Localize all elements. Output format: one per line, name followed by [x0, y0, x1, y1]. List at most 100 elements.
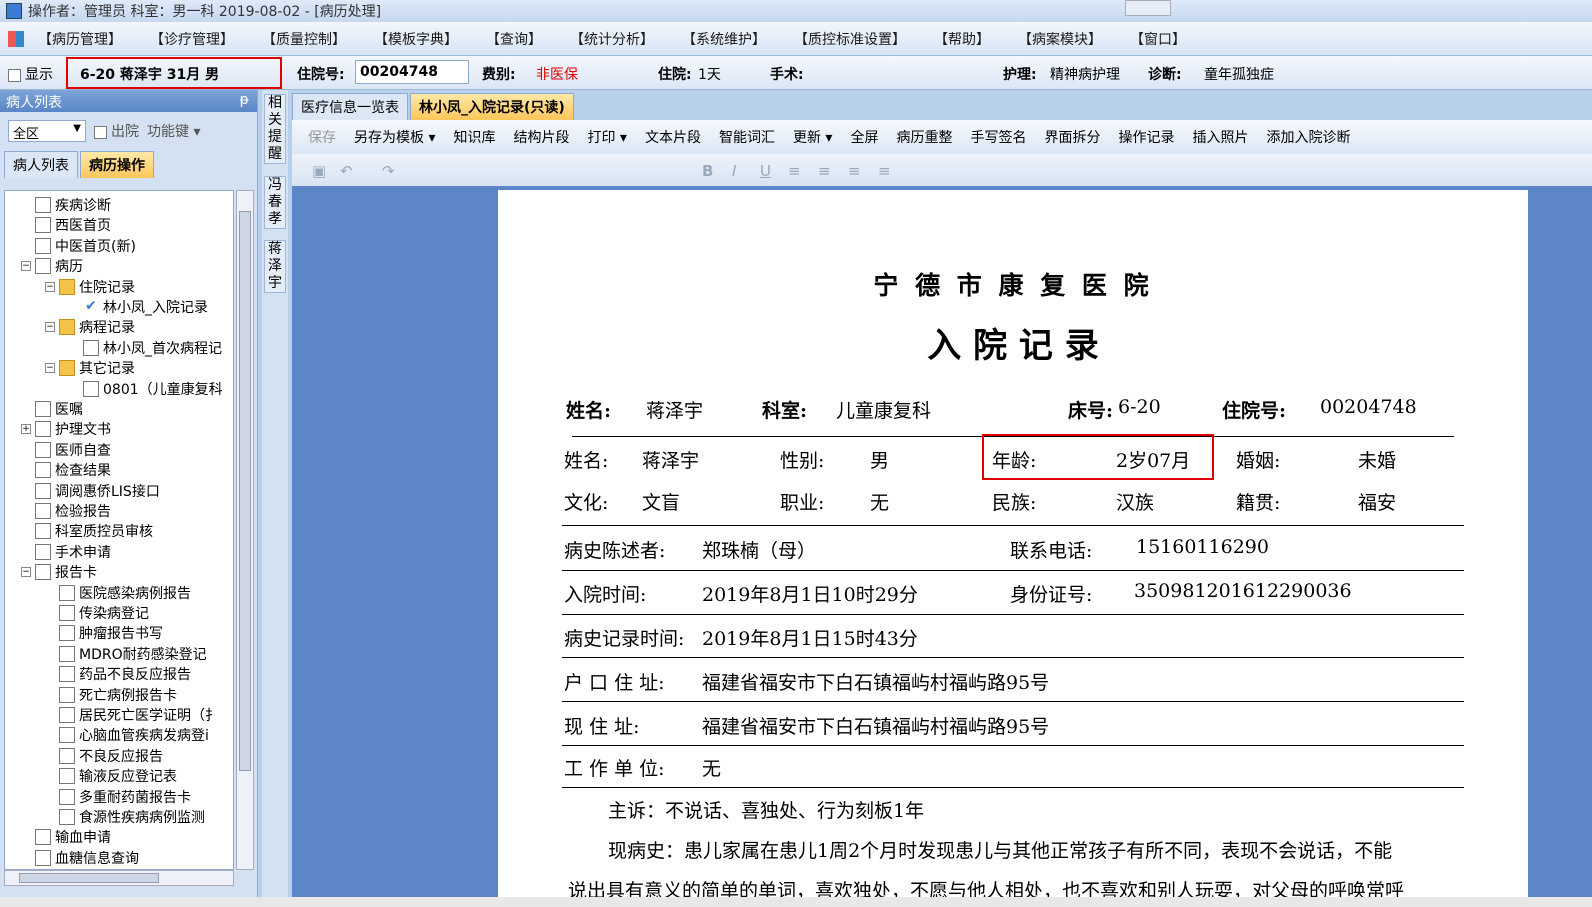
document-icon [35, 217, 51, 234]
tree-node[interactable]: 0801（儿童康复科 [83, 379, 223, 399]
expand-icon[interactable]: + [21, 424, 31, 435]
tree-node[interactable]: 医师自查 [35, 440, 111, 460]
menu-template-dict[interactable]: 【模板字典】 [374, 29, 458, 49]
tree-node[interactable]: 输血申请 [35, 827, 111, 847]
menu-window[interactable]: 【窗口】 [1130, 29, 1186, 49]
tree-node[interactable]: 不良反应报告 [59, 746, 163, 766]
tree-node[interactable]: 医院感染病例报告 [59, 583, 191, 603]
show-toggle[interactable]: 显示 [8, 64, 53, 84]
tree-node[interactable]: 医嘱 [35, 399, 83, 419]
tree-node[interactable]: − 其它记录 [45, 358, 135, 378]
menu-system[interactable]: 【系统维护】 [682, 29, 766, 49]
align-left-icon[interactable]: ≡ [788, 162, 801, 180]
tree-node[interactable]: 输液反应登记表 [59, 766, 177, 786]
tree-node[interactable]: − 病历 [21, 256, 83, 276]
menu-quality-control[interactable]: 【质量控制】 [262, 29, 346, 49]
tree-node[interactable]: 中医首页(新) [35, 236, 136, 256]
tree-node[interactable]: − 病程记录 [45, 317, 135, 337]
fee-value: 非医保 [536, 67, 578, 83]
tree-node[interactable]: 心脑血管疾病发病登i [59, 725, 209, 745]
structure-fragment-button[interactable]: 结构片段 [513, 127, 569, 147]
align-center-icon[interactable]: ≡ [818, 162, 831, 180]
menu-qc-standards[interactable]: 【质控标准设置】 [794, 29, 906, 49]
redo-icon[interactable]: ↷ [382, 162, 395, 180]
discharged-checkbox[interactable] [94, 125, 107, 139]
inpatient-no-field[interactable]: 00204748 [355, 60, 469, 84]
tree-node[interactable]: 血糖信息查询 [35, 848, 139, 868]
tree-node[interactable]: 居民死亡医学证明（扌 [59, 705, 219, 725]
show-checkbox[interactable] [8, 68, 21, 82]
italic-icon[interactable]: I [732, 162, 736, 180]
collapse-icon[interactable]: − [21, 567, 31, 578]
tree-node[interactable]: 林小凤_首次病程记 [83, 338, 222, 358]
collapse-icon[interactable]: − [45, 322, 55, 333]
tree-node[interactable]: 肿瘤报告书写 [59, 623, 163, 643]
bold-icon[interactable]: B [702, 162, 713, 180]
tree-node[interactable]: 西医首页 [35, 215, 111, 235]
tree-horizontal-scrollbar[interactable] [4, 870, 234, 886]
tree-node[interactable]: 食源性疾病病例监测 [59, 807, 205, 827]
tree-node[interactable]: 多重耐药菌报告卡 [59, 787, 191, 807]
inpatient-no-label: 住院号: [297, 67, 345, 83]
tree-node[interactable]: 检查结果 [35, 460, 111, 480]
hscroll-thumb[interactable] [19, 873, 159, 883]
tab-record-operations[interactable]: 病历操作 [80, 151, 154, 178]
tree-vertical-scrollbar[interactable] [236, 190, 254, 870]
menu-diagnosis[interactable]: 【诊疗管理】 [150, 29, 234, 49]
text-fragment-button[interactable]: 文本片段 [645, 127, 701, 147]
justify-icon[interactable]: ≡ [878, 162, 891, 180]
menu-medical-records[interactable]: 【病历管理】 [38, 29, 122, 49]
pin-icon[interactable]: ᵽ [240, 92, 249, 108]
menu-query[interactable]: 【查询】 [486, 29, 542, 49]
align-right-icon[interactable]: ≡ [848, 162, 861, 180]
smart-vocab-button[interactable]: 智能词汇 [719, 127, 775, 147]
disk-icon[interactable]: ▣ [312, 162, 326, 180]
save-as-template-button[interactable]: 另存为模板 ▾ [354, 127, 435, 147]
window-control-icon[interactable] [1125, 0, 1171, 16]
underline-icon[interactable]: U [760, 162, 771, 180]
save-button[interactable]: 保存 [308, 127, 336, 147]
tab-doctor-feng[interactable]: 冯春孝 [264, 176, 286, 229]
record-reorganize-button[interactable]: 病历重整 [896, 127, 952, 147]
undo-icon[interactable]: ↶ [340, 162, 353, 180]
tab-medical-overview[interactable]: 医疗信息一览表 [292, 93, 408, 120]
update-button[interactable]: 更新 ▾ [793, 127, 832, 147]
tree-node[interactable]: + 护理文书 [21, 419, 111, 439]
tree-node[interactable]: 科室质控员审核 [35, 521, 153, 541]
tree-node[interactable]: MDRO耐药感染登记 [59, 644, 207, 664]
discharged-toggle[interactable]: 出院 [94, 121, 139, 141]
add-admission-diagnosis-button[interactable]: 添加入院诊断 [1266, 127, 1350, 147]
tree-node[interactable]: − 报告卡 [21, 562, 97, 582]
knowledge-base-button[interactable]: 知识库 [453, 127, 495, 147]
tree-node[interactable]: 药品不良反应报告 [59, 664, 191, 684]
tree-node[interactable]: ✔ 林小凤_入院记录 [83, 297, 208, 317]
tree-node-label: 医院感染病例报告 [79, 585, 191, 602]
collapse-icon[interactable]: − [45, 363, 55, 374]
menu-statistics[interactable]: 【统计分析】 [570, 29, 654, 49]
operation-log-button[interactable]: 操作记录 [1118, 127, 1174, 147]
tab-admission-record[interactable]: 林小凤_入院记录(只读) [410, 93, 574, 120]
tab-patient-jiang[interactable]: 蒋泽宇 [264, 240, 286, 293]
tab-related-reminders[interactable]: 相关提醒 [264, 94, 286, 164]
handwritten-sign-button[interactable]: 手写签名 [970, 127, 1026, 147]
collapse-icon[interactable]: − [45, 281, 55, 292]
ward-filter-select[interactable]: 全区 ▼ [8, 120, 86, 142]
tree-node[interactable]: 死亡病例报告卡 [59, 685, 177, 705]
split-view-button[interactable]: 界面拆分 [1044, 127, 1100, 147]
tree-node[interactable]: − 住院记录 [45, 277, 135, 297]
print-button[interactable]: 打印 ▾ [587, 127, 626, 147]
tab-patient-list[interactable]: 病人列表 [4, 151, 78, 178]
collapse-icon[interactable]: − [21, 261, 31, 272]
tree-node[interactable]: 检验报告 [35, 501, 111, 521]
tree-node[interactable]: 传染病登记 [59, 603, 149, 623]
tree-node[interactable]: 调阅惠侨LIS接口 [35, 481, 160, 501]
fullscreen-button[interactable]: 全屏 [850, 127, 878, 147]
menu-case-module[interactable]: 【病案模块】 [1018, 29, 1102, 49]
menu-help[interactable]: 【帮助】 [934, 29, 990, 49]
tree-node[interactable]: 手术申请 [35, 542, 111, 562]
function-key-button[interactable]: 功能键 ▾ [147, 121, 200, 141]
scroll-thumb[interactable] [239, 211, 251, 771]
insert-photo-button[interactable]: 插入照片 [1192, 127, 1248, 147]
tree-node[interactable]: 疾病诊断 [35, 195, 111, 215]
workplace-value: 无 [702, 758, 722, 780]
